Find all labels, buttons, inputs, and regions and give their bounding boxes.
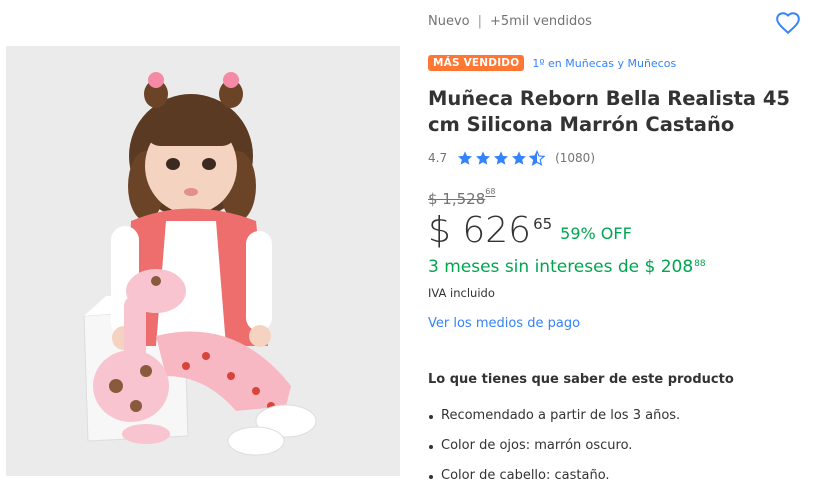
sold-count: +5mil vendidos	[490, 14, 592, 29]
condition-label: Nuevo	[428, 14, 470, 29]
list-item: Color de cabello: castaño.	[428, 468, 680, 497]
current-price: $ 626	[428, 210, 532, 251]
product-info: Nuevo | +5mil vendidos MÁS VENDIDO 1º en…	[428, 0, 821, 497]
feature-text: Recomendado a partir de los 3 años.	[441, 408, 681, 423]
installments-text: 3 meses sin intereses de $ 208	[428, 257, 694, 277]
doll-photo	[6, 46, 400, 476]
separator: |	[477, 14, 482, 29]
product-title: Muñeca Reborn Bella Realista 45 cm Silic…	[428, 87, 790, 136]
list-item: Recomendado a partir de los 3 años.	[428, 408, 680, 438]
original-price: $ 1,52868	[428, 187, 496, 208]
original-price-cents: 68	[485, 187, 496, 196]
condition-row: Nuevo | +5mil vendidos	[428, 14, 592, 29]
heart-outline-icon[interactable]	[775, 10, 801, 36]
payment-methods-link[interactable]: Ver los medios de pago	[428, 316, 580, 331]
discount-label: 59% OFF	[560, 224, 632, 243]
feature-text: Color de ojos: marrón oscuro.	[441, 438, 633, 453]
star-full-icon	[458, 151, 473, 165]
current-price-cents: 65	[533, 215, 553, 233]
feature-text: Color de cabello: castaño.	[441, 468, 610, 483]
bullet-icon	[429, 475, 433, 479]
bestseller-row: MÁS VENDIDO 1º en Muñecas y Muñecos	[428, 55, 676, 71]
product-image[interactable]	[6, 46, 400, 476]
original-price-amount: $ 1,528	[428, 190, 486, 208]
category-rank-link[interactable]: 1º en Muñecas y Muñecos	[532, 57, 676, 70]
bestseller-badge: MÁS VENDIDO	[428, 55, 525, 71]
installments: 3 meses sin intereses de $ 208 88	[428, 257, 706, 277]
rating-value: 4.7	[428, 151, 448, 165]
list-item: Color de ojos: marrón oscuro.	[428, 438, 680, 468]
current-price-row: $ 626 65 59% OFF	[428, 209, 632, 253]
product-highlights-heading: Lo que tienes que saber de este producto	[428, 372, 734, 387]
rating-stars	[457, 150, 547, 166]
installments-cents: 88	[694, 259, 706, 269]
reviews-count: (1080)	[555, 151, 595, 165]
star-half-icon	[529, 150, 546, 166]
star-full-icon	[512, 151, 527, 165]
tax-note: IVA incluido	[428, 286, 495, 300]
star-full-icon	[476, 151, 491, 165]
bullet-icon	[429, 445, 433, 449]
feature-list: Recomendado a partir de los 3 años. Colo…	[428, 408, 680, 497]
rating-row[interactable]: 4.7 (1080)	[428, 150, 595, 166]
bullet-icon	[429, 415, 433, 419]
star-full-icon	[494, 151, 509, 165]
